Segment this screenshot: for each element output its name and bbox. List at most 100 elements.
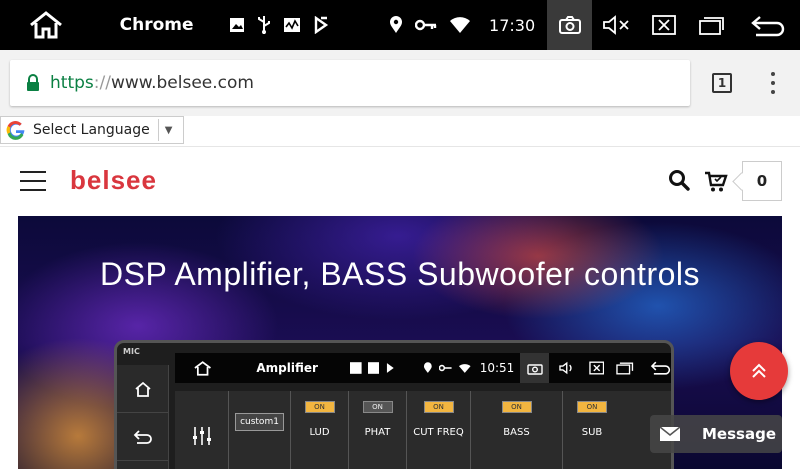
tab-switcher-button[interactable]: 1 — [712, 73, 732, 93]
bass-on-button: ON — [501, 401, 532, 413]
head-unit-camera — [520, 353, 550, 383]
status-bar: Chrome 17:30 — [0, 0, 800, 50]
status-time: 17:30 — [489, 15, 536, 35]
screenshot-button[interactable] — [547, 0, 592, 50]
home-icon — [29, 11, 62, 39]
equalizer-column — [175, 391, 229, 469]
search-button[interactable] — [668, 169, 690, 195]
phat-label: PHAT — [364, 427, 391, 438]
amp-column-lud: ON LUD — [291, 391, 349, 469]
double-chevron-up-icon — [752, 363, 766, 378]
hamburger-line — [20, 189, 46, 191]
head-unit-time: 10:51 — [479, 361, 515, 375]
url-text: https://www.belsee.com — [50, 73, 254, 93]
address-bar[interactable]: https://www.belsee.com — [10, 60, 690, 106]
key-icon — [415, 19, 437, 31]
url-scheme: https — [50, 73, 94, 93]
cut-freq-on-button: ON — [423, 401, 454, 413]
mute-button[interactable] — [592, 0, 640, 50]
lud-on-button: ON — [304, 401, 335, 413]
status-app-name: Chrome — [119, 15, 194, 35]
location-icon — [423, 362, 432, 373]
amp-column-sub: ON SUB — [563, 391, 621, 469]
more-vert-dot — [771, 81, 775, 85]
phat-on-button: ON — [362, 401, 393, 413]
usb-icon — [258, 16, 271, 34]
key-icon — [438, 364, 452, 372]
close-app-button[interactable] — [640, 0, 688, 50]
recent-apps-icon — [699, 17, 724, 35]
more-vert-dot — [771, 90, 775, 94]
message-label: Message — [702, 425, 776, 443]
url-separator: :// — [93, 73, 111, 93]
head-unit-image: MIC Amplifier 10:51 custom1 ON LUD ON PH… — [114, 340, 674, 469]
overflow-menu-button[interactable] — [766, 72, 780, 94]
banner-title: DSP Amplifier, BASS Subwoofer controls — [99, 256, 700, 292]
google-icon — [6, 120, 25, 140]
browser-toolbar: https://www.belsee.com 1 — [0, 50, 800, 116]
envelope-icon-wrap — [650, 427, 690, 441]
home-button[interactable] — [0, 0, 92, 50]
sub-on-button: ON — [577, 401, 607, 413]
site-header: belsee 0 — [0, 146, 800, 216]
mic-label: MIC — [123, 347, 140, 356]
back-arrow-icon — [133, 429, 152, 444]
cart-icon — [705, 171, 728, 192]
head-unit-home-button — [117, 365, 168, 413]
head-unit-app-title: Amplifier — [256, 361, 318, 375]
sub-label: SUB — [581, 427, 603, 438]
recent-apps-button[interactable] — [688, 0, 736, 50]
search-icon — [669, 170, 690, 191]
url-host: www.belsee.com — [110, 73, 254, 93]
envelope-icon — [660, 427, 680, 441]
hamburger-icon — [20, 171, 46, 173]
head-unit-side-buttons — [117, 365, 169, 469]
language-selector[interactable]: Select Language ▼ — [0, 116, 184, 144]
lud-label: LUD — [309, 427, 330, 438]
activity-icon — [284, 18, 301, 32]
head-unit-status-bar: Amplifier 10:51 — [175, 353, 671, 383]
amplifier-panel: custom1 ON LUD ON PHAT ON CUT FREQ ON BA… — [175, 391, 671, 469]
lock-icon — [27, 74, 39, 91]
volume-icon — [559, 361, 572, 375]
dropdown-arrow-icon: ▼ — [164, 124, 173, 136]
home-icon — [194, 361, 211, 376]
amp-column-cut-freq: ON CUT FREQ — [407, 391, 471, 469]
download-icon — [387, 363, 394, 373]
back-arrow-icon — [650, 361, 670, 375]
amp-column-bass: ON BASS — [471, 391, 563, 469]
download-icon — [314, 16, 329, 34]
language-label: Select Language — [33, 122, 150, 138]
wifi-icon — [450, 17, 471, 33]
cart-button[interactable] — [704, 171, 728, 197]
camera-icon — [558, 16, 581, 34]
image-icon — [230, 18, 245, 32]
head-unit-back-button — [117, 413, 168, 461]
home-icon — [134, 381, 151, 397]
menu-button[interactable] — [20, 171, 46, 191]
scroll-to-top-button[interactable] — [730, 342, 788, 400]
activity-icon — [367, 362, 380, 374]
bass-label: BASS — [503, 427, 530, 438]
wifi-icon — [459, 363, 471, 373]
location-icon — [390, 16, 403, 33]
back-arrow-icon — [751, 16, 785, 37]
close-box-icon — [652, 15, 676, 35]
volume-mute-icon — [603, 15, 629, 35]
more-vert-icon — [771, 72, 775, 76]
preset-button: custom1 — [235, 413, 284, 431]
close-box-icon — [589, 361, 604, 375]
recent-apps-icon — [616, 362, 634, 375]
cart-count-badge[interactable]: 0 — [742, 161, 782, 201]
cut-freq-label: CUT FREQ — [413, 427, 464, 438]
language-divider — [157, 119, 159, 141]
site-logo[interactable]: belsee — [70, 165, 157, 196]
image-icon — [350, 362, 362, 374]
camera-icon — [527, 363, 543, 375]
amp-column-phat: ON PHAT — [349, 391, 407, 469]
back-button[interactable] — [736, 0, 800, 50]
hamburger-line — [20, 180, 46, 182]
equalizer-icon — [192, 427, 211, 445]
message-button[interactable]: Message — [650, 415, 782, 453]
preset-column: custom1 — [229, 391, 291, 469]
